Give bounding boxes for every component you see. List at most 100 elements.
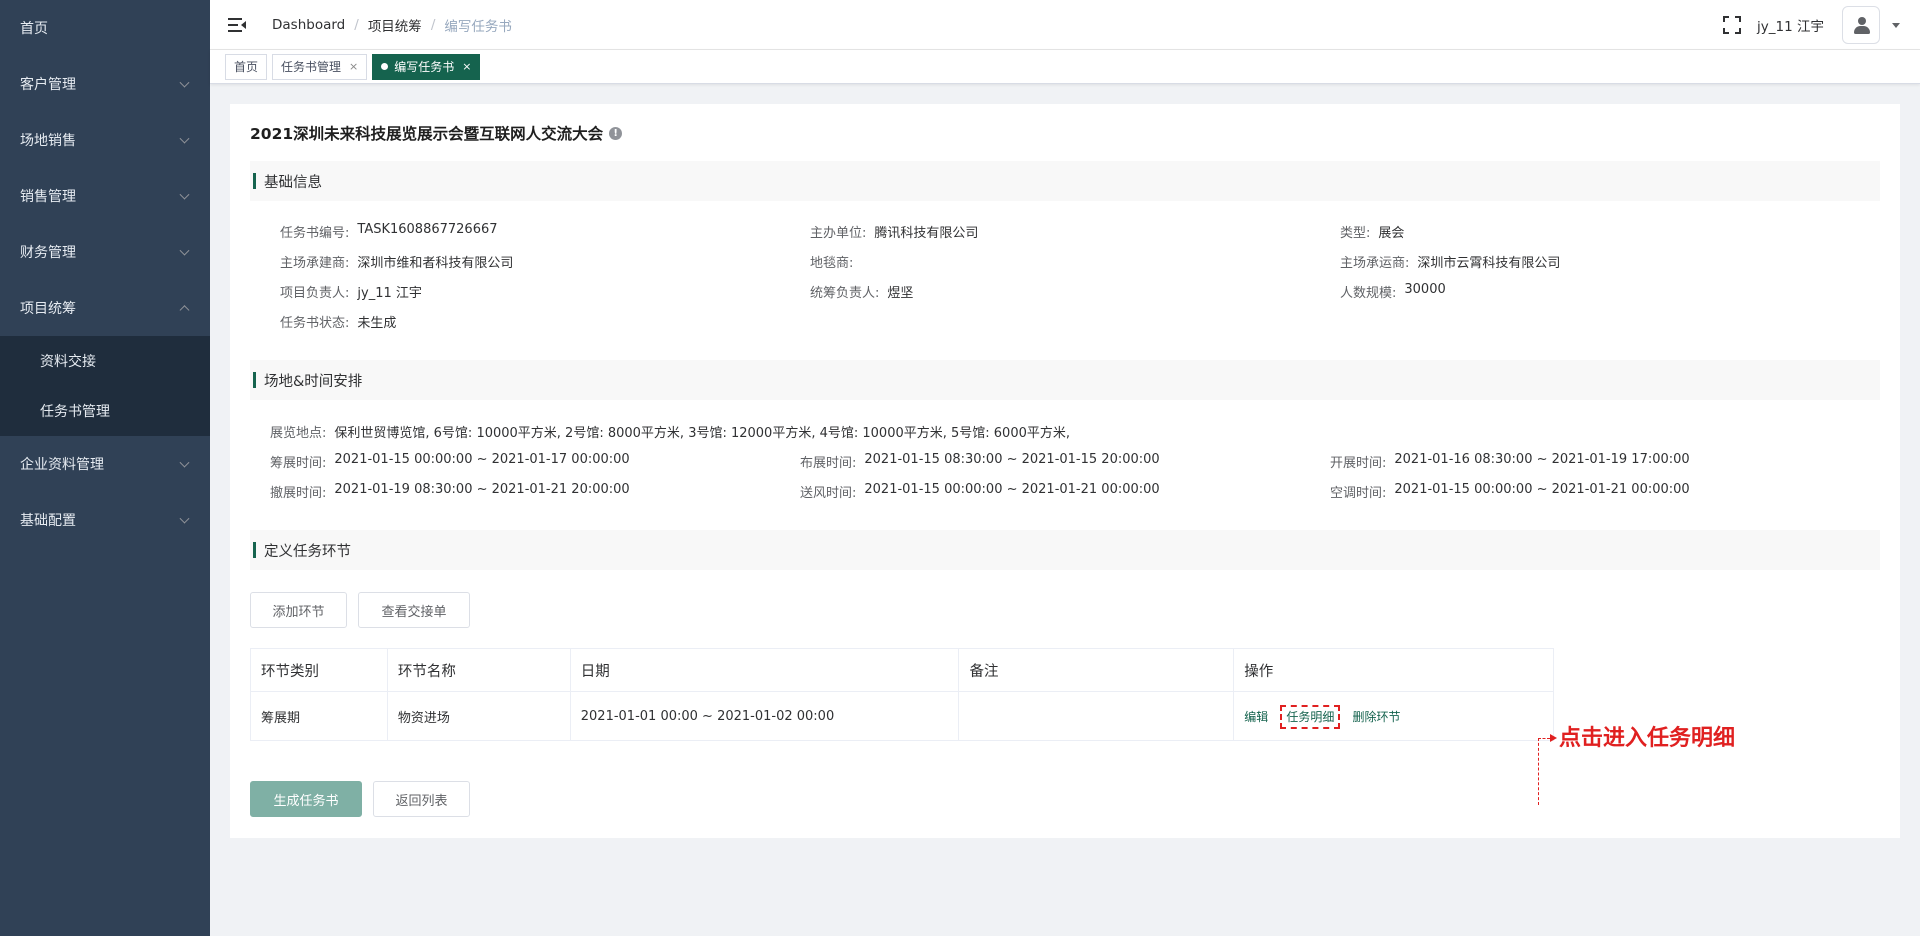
active-dot-icon <box>381 63 389 70</box>
delete-stage-link[interactable]: 删除环节 <box>1353 710 1401 724</box>
generate-taskbook-button[interactable]: 生成任务书 <box>250 781 362 817</box>
field-type: 类型: 展会 <box>1340 222 1404 241</box>
tag-home[interactable]: 首页 <box>225 53 268 80</box>
field-value: 深圳市云霄科技有限公司 <box>1417 256 1561 271</box>
tag-taskbook-management[interactable]: 任务书管理 × <box>272 53 368 80</box>
submenu-label: 任务书管理 <box>40 404 110 420</box>
menu-item-venue-sales[interactable]: 场地销售 <box>0 112 210 168</box>
field-label: 主办单位: <box>810 226 867 241</box>
field-label: 送风时间: <box>800 486 857 501</box>
field-transport: 主场承运商: 深圳市云霄科技有限公司 <box>1340 252 1560 271</box>
field-label: 项目负责人: <box>280 286 350 301</box>
stage-table: 环节类别 环节名称 日期 备注 操作 筹展期 物资进场 2021-01-01 0… <box>250 648 1554 741</box>
chevron-down-icon <box>179 513 190 524</box>
tag-label: 首页 <box>234 60 259 74</box>
field-value: 深圳市维和者科技有限公司 <box>357 256 514 271</box>
menu-item-home[interactable]: 首页 <box>0 0 210 56</box>
field-project-manager: 项目负责人: jy_11 江宇 <box>280 282 422 301</box>
field-air-time: 送风时间: 2021-01-15 00:00:00 ~ 2021-01-21 0… <box>800 482 1160 501</box>
field-label: 任务书状态: <box>280 316 350 331</box>
submenu-item-handover[interactable]: 资料交接 <box>0 336 210 386</box>
field-builder: 主场承建商: 深圳市维和者科技有限公司 <box>280 252 513 271</box>
menu-item-finance[interactable]: 财务管理 <box>0 224 210 280</box>
submenu-item-taskbook[interactable]: 任务书管理 <box>0 386 210 436</box>
menu-item-projects[interactable]: 项目统筹 <box>0 280 210 336</box>
section-define-stages: 定义任务环节 <box>250 530 1880 570</box>
field-value: jy_11 江宇 <box>357 286 422 301</box>
menu-item-customers[interactable]: 客户管理 <box>0 56 210 112</box>
tag-write-taskbook[interactable]: 编写任务书 × <box>372 53 481 80</box>
breadcrumb-separator: / <box>430 16 436 33</box>
fullscreen-icon[interactable] <box>1723 16 1742 34</box>
table-header-cell: 备注 <box>958 648 1235 692</box>
field-value: 2021-01-15 08:30:00 ~ 2021-01-15 20:00:0… <box>864 452 1160 467</box>
info-icon[interactable]: ! <box>609 126 623 140</box>
table-cell <box>958 691 1235 741</box>
field-label: 统筹负责人: <box>810 286 880 301</box>
table-row: 筹展期 物资进场 2021-01-01 00:00 ~ 2021-01-02 0… <box>250 691 1554 741</box>
table-header-cell: 操作 <box>1233 648 1554 692</box>
table-header-cell: 环节名称 <box>386 648 571 692</box>
breadcrumb-item[interactable]: 项目统筹 <box>368 15 422 35</box>
field-value: 煜坚 <box>887 286 914 301</box>
field-label: 空调时间: <box>1330 486 1387 501</box>
add-stage-button[interactable]: 添加环节 <box>250 592 347 628</box>
field-status: 任务书状态: 未生成 <box>280 312 396 331</box>
field-value: 未生成 <box>357 316 397 331</box>
user-icon <box>1858 17 1866 25</box>
table-header-cell: 环节类别 <box>250 648 388 692</box>
menu-item-config[interactable]: 基础配置 <box>0 492 210 548</box>
submenu-label: 资料交接 <box>40 354 96 370</box>
field-coordinator: 统筹负责人: 煜坚 <box>810 282 913 301</box>
field-setup-time: 布展时间: 2021-01-15 08:30:00 ~ 2021-01-15 2… <box>800 452 1160 471</box>
close-icon[interactable]: × <box>349 60 358 73</box>
submenu-projects: 资料交接 任务书管理 <box>0 336 210 436</box>
section-basic-info: 基础信息 <box>250 161 1880 201</box>
field-task-no: 任务书编号: TASK1608867726667 <box>280 222 498 241</box>
task-detail-link[interactable]: 任务明细 <box>1280 704 1341 729</box>
breadcrumb-item[interactable]: Dashboard <box>272 17 345 33</box>
menu-label: 企业资料管理 <box>20 457 104 473</box>
field-label: 地毯商: <box>810 256 854 271</box>
menu-label: 场地销售 <box>20 133 76 149</box>
field-label: 主场承运商: <box>1340 256 1410 271</box>
field-organizer: 主办单位: 腾讯科技有限公司 <box>810 222 978 241</box>
table-cell: 物资进场 <box>386 691 571 741</box>
field-value: 保利世贸博览馆, 6号馆: 10000平方米, 2号馆: 8000平方米, 3号… <box>334 426 1070 441</box>
chevron-up-icon <box>179 305 190 316</box>
hamburger-icon[interactable] <box>228 17 246 32</box>
field-carpet: 地毯商: <box>810 252 861 271</box>
section-title: 场地&时间安排 <box>264 373 363 390</box>
table-header-row: 环节类别 环节名称 日期 备注 操作 <box>250 648 1554 692</box>
field-value: 30000 <box>1404 282 1446 297</box>
table-cell-ops: 编辑 任务明细 删除环节 <box>1233 691 1554 741</box>
avatar[interactable] <box>1842 6 1880 44</box>
page-title: 2021深圳未来科技展览展示会暨互联网人交流大会 ! <box>250 122 623 144</box>
menu-label: 基础配置 <box>20 513 76 529</box>
view-handover-button[interactable]: 查看交接单 <box>358 592 470 628</box>
menu-label: 销售管理 <box>20 189 76 205</box>
field-value: 2021-01-19 08:30:00 ~ 2021-01-21 20:00:0… <box>334 482 630 497</box>
caret-down-icon[interactable] <box>1892 22 1900 28</box>
chevron-down-icon <box>179 245 190 256</box>
back-to-list-button[interactable]: 返回列表 <box>373 781 470 817</box>
sidebar: 首页 客户管理 场地销售 销售管理 财务管理 项目统筹 资料交接 任务书管理 企… <box>0 0 210 936</box>
close-icon[interactable]: × <box>462 60 471 73</box>
menu-label: 项目统筹 <box>20 301 76 317</box>
annotation-line <box>1538 738 1550 739</box>
field-location: 展览地点: 保利世贸博览馆, 6号馆: 10000平方米, 2号馆: 8000平… <box>270 422 1070 441</box>
field-open-time: 开展时间: 2021-01-16 08:30:00 ~ 2021-01-19 1… <box>1330 452 1690 471</box>
top-navbar: Dashboard / 项目统筹 / 编写任务书 jy_11 江宇 <box>210 0 1920 50</box>
field-value: 2021-01-15 00:00:00 ~ 2021-01-21 00:00:0… <box>864 482 1160 497</box>
tag-label: 编写任务书 <box>394 60 455 74</box>
menu-item-sales[interactable]: 销售管理 <box>0 168 210 224</box>
edit-link[interactable]: 编辑 <box>1244 710 1268 724</box>
username: jy_11 江宇 <box>1757 19 1824 35</box>
menu-item-enterprise[interactable]: 企业资料管理 <box>0 436 210 492</box>
field-label: 主场承建商: <box>280 256 350 271</box>
main-card: 2021深圳未来科技展览展示会暨互联网人交流大会 ! 基础信息 任务书编号: T… <box>230 104 1900 838</box>
chevron-down-icon <box>179 457 190 468</box>
field-label: 布展时间: <box>800 456 857 471</box>
field-teardown-time: 撤展时间: 2021-01-19 08:30:00 ~ 2021-01-21 2… <box>270 482 630 501</box>
chevron-down-icon <box>179 77 190 88</box>
